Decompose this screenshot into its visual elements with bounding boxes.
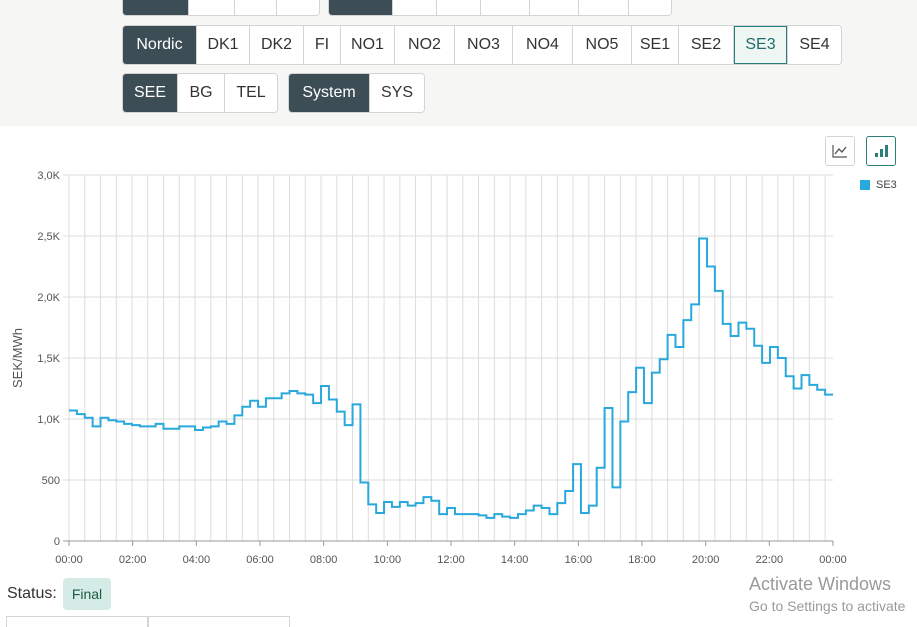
price-chart: 0 500 1,0K 1,5K 2,0K 2,5K 3,0K 00:00 02:00 04:00… xyxy=(10,170,847,566)
y-axis-title: SEK/MWh xyxy=(10,328,25,388)
x-tick-label: 00:00 xyxy=(819,554,847,566)
hidden-tab[interactable] xyxy=(578,0,628,15)
hidden-tab[interactable] xyxy=(276,0,319,15)
tab-see[interactable]: SEE xyxy=(123,74,177,112)
tab-no2[interactable]: NO2 xyxy=(394,26,454,64)
y-tick-label: 500 xyxy=(42,475,60,487)
series-line-se3 xyxy=(69,237,833,519)
x-tick-label: 02:00 xyxy=(119,554,147,566)
hidden-tab[interactable] xyxy=(480,0,529,15)
y-tick-label: 1,0K xyxy=(37,414,60,426)
line-chart-icon xyxy=(832,145,847,158)
windows-activation-watermark: Activate Windows Go to Settings to activ… xyxy=(749,574,905,614)
x-tick-label: 06:00 xyxy=(246,554,274,566)
status-label: Status: xyxy=(7,585,57,602)
tab-dk1[interactable]: DK1 xyxy=(196,26,249,64)
x-tick-label: 00:00 xyxy=(55,554,83,566)
bottom-tab[interactable] xyxy=(148,616,290,627)
hidden-tab[interactable] xyxy=(392,0,436,15)
x-tick-label: 18:00 xyxy=(628,554,656,566)
x-tick-label: 14:00 xyxy=(501,554,529,566)
x-axis-ticks: 00:00 02:00 04:00 06:00 08:00 10:00 12:00 14:00… xyxy=(55,541,847,566)
tab-se3[interactable]: SE3 xyxy=(733,26,787,64)
hidden-tab-group-1 xyxy=(122,0,320,16)
hidden-tab[interactable] xyxy=(234,0,276,15)
area-tabs-row1: Nordic DK1 DK2 FI NO1 NO2 NO3 NO4 NO5 SE… xyxy=(122,25,842,65)
hidden-tab[interactable] xyxy=(329,0,392,15)
tab-se1[interactable]: SE1 xyxy=(631,26,678,64)
tab-no3[interactable]: NO3 xyxy=(454,26,512,64)
area-tabs-row2b: System SYS xyxy=(288,73,425,113)
x-tick-label: 12:00 xyxy=(437,554,465,566)
x-tick-label: 20:00 xyxy=(692,554,720,566)
bar-chart-icon xyxy=(875,145,888,157)
watermark-line2: Go to Settings to activate xyxy=(749,598,906,614)
y-tick-label: 2,0K xyxy=(37,292,60,304)
x-tick-label: 08:00 xyxy=(310,554,338,566)
hidden-tab[interactable] xyxy=(529,0,578,15)
x-tick-label: 10:00 xyxy=(374,554,402,566)
tab-no1[interactable]: NO1 xyxy=(340,26,394,64)
tab-se4[interactable]: SE4 xyxy=(787,26,841,64)
area-selector-panel: Nordic DK1 DK2 FI NO1 NO2 NO3 NO4 NO5 SE… xyxy=(0,0,917,126)
hidden-tab[interactable] xyxy=(188,0,234,15)
tab-nordic[interactable]: Nordic xyxy=(123,26,196,64)
tab-no5[interactable]: NO5 xyxy=(572,26,631,64)
y-tick-label: 1,5K xyxy=(37,353,60,365)
y-axis-ticks: 0 500 1,0K 1,5K 2,0K 2,5K 3,0K xyxy=(37,170,60,548)
tab-se2[interactable]: SE2 xyxy=(678,26,733,64)
hidden-tab[interactable] xyxy=(436,0,480,15)
tab-fi[interactable]: FI xyxy=(303,26,340,64)
watermark-line1: Activate Windows xyxy=(749,574,892,594)
y-tick-label: 0 xyxy=(54,536,60,548)
tab-system[interactable]: System xyxy=(289,74,369,112)
horizontal-gridlines xyxy=(63,174,833,542)
hidden-tab[interactable] xyxy=(123,0,188,15)
bottom-tab-strip xyxy=(6,616,290,627)
tab-dk2[interactable]: DK2 xyxy=(249,26,303,64)
tab-no4[interactable]: NO4 xyxy=(512,26,572,64)
y-tick-label: 2,5K xyxy=(37,231,60,243)
area-tabs-row2a: SEE BG TEL xyxy=(122,73,278,113)
tab-sys[interactable]: SYS xyxy=(369,74,424,112)
x-tick-label: 22:00 xyxy=(756,554,784,566)
hidden-tab-group-2 xyxy=(328,0,672,16)
bottom-tab[interactable] xyxy=(6,616,148,627)
status-row: Status: Final xyxy=(7,578,112,610)
x-tick-label: 16:00 xyxy=(565,554,593,566)
hidden-tab[interactable] xyxy=(628,0,671,15)
tab-bg[interactable]: BG xyxy=(177,74,224,112)
x-tick-label: 04:00 xyxy=(183,554,211,566)
tab-tel[interactable]: TEL xyxy=(224,74,277,112)
status-badge: Final xyxy=(62,578,112,610)
y-tick-label: 3,0K xyxy=(37,170,60,182)
